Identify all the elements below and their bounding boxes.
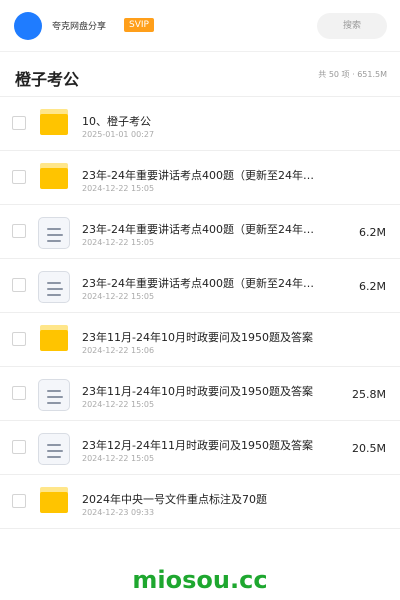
checkbox[interactable] — [12, 386, 26, 400]
list-item[interactable]: 10、橙子考公 2025-01-01 00:27 — [0, 97, 400, 151]
file-name[interactable]: 23年11月-24年10月时政要问及1950题及答案 — [82, 383, 317, 399]
list-item[interactable]: 23年-24年重要讲话考点400题（更新至24年12月） 2024-12-22 1… — [0, 205, 400, 259]
file-name[interactable]: 23年-24年重要讲话考点400题（更新至24年12月） — [82, 167, 317, 183]
list-item[interactable]: 23年11月-24年10月时政要问及1950题及答案 2024-12-22 15:… — [0, 367, 400, 421]
owner-name[interactable]: 夸克网盘分享 — [52, 19, 106, 32]
file-size: 6.2M — [359, 226, 386, 239]
checkbox[interactable] — [12, 116, 26, 130]
document-icon — [38, 379, 70, 411]
file-name[interactable]: 23年-24年重要讲话考点400题（更新至24年12月） — [82, 221, 317, 237]
list-item[interactable]: 2024年中央一号文件重点标注及70题 2024-12-23 09:33 — [0, 475, 400, 529]
file-name[interactable]: 2024年中央一号文件重点标注及70题 — [82, 491, 317, 507]
search-input[interactable]: 搜索 — [317, 13, 387, 39]
file-date: 2025-01-01 00:27 — [82, 130, 155, 139]
list-item[interactable]: 23年11月-24年10月时政要问及1950题及答案 2024-12-22 15:… — [0, 313, 400, 367]
file-date: 2024-12-22 15:05 — [82, 184, 155, 193]
file-date: 2024-12-23 09:33 — [82, 508, 155, 517]
list-item[interactable]: 23年-24年重要讲话考点400题（更新至24年12月） 2024-12-22 1… — [0, 259, 400, 313]
header: 夸克网盘分享 SVIP 搜索 — [0, 0, 400, 52]
document-icon — [38, 433, 70, 465]
watermark: miosou.cc — [132, 566, 268, 594]
file-date: 2024-12-22 15:05 — [82, 454, 155, 463]
document-icon — [38, 271, 70, 303]
folder-icon — [38, 109, 70, 141]
list-item[interactable]: 23年12月-24年11月时政要问及1950题及答案 2024-12-22 15:… — [0, 421, 400, 475]
file-name[interactable]: 23年12月-24年11月时政要问及1950题及答案 — [82, 437, 317, 453]
file-date: 2024-12-22 15:05 — [82, 292, 155, 301]
file-name[interactable]: 10、橙子考公 — [82, 113, 317, 129]
file-date: 2024-12-22 15:06 — [82, 346, 155, 355]
file-date: 2024-12-22 15:05 — [82, 400, 155, 409]
file-list: 10、橙子考公 2025-01-01 00:27 23年-24年重要讲话考点400题… — [0, 97, 400, 529]
folder-summary: 共 50 项 · 651.5M — [318, 70, 387, 79]
checkbox[interactable] — [12, 170, 26, 184]
page-title: 橙子考公 — [15, 70, 80, 89]
file-date: 2024-12-22 15:05 — [82, 238, 155, 247]
folder-title-bar: 橙子考公 共 50 项 · 651.5M — [0, 52, 400, 97]
file-name[interactable]: 23年11月-24年10月时政要问及1950题及答案 — [82, 329, 317, 345]
folder-icon — [38, 487, 70, 519]
file-size: 6.2M — [359, 280, 386, 293]
folder-icon — [38, 325, 70, 357]
checkbox[interactable] — [12, 440, 26, 454]
checkbox[interactable] — [12, 332, 26, 346]
file-size: 20.5M — [352, 442, 386, 455]
file-size: 25.8M — [352, 388, 386, 401]
document-icon — [38, 217, 70, 249]
folder-icon — [38, 163, 70, 195]
avatar[interactable] — [14, 12, 42, 40]
checkbox[interactable] — [12, 494, 26, 508]
checkbox[interactable] — [12, 278, 26, 292]
list-item[interactable]: 23年-24年重要讲话考点400题（更新至24年12月） 2024-12-22 1… — [0, 151, 400, 205]
file-name[interactable]: 23年-24年重要讲话考点400题（更新至24年12月） — [82, 275, 317, 291]
svip-badge: SVIP — [124, 18, 154, 32]
checkbox[interactable] — [12, 224, 26, 238]
